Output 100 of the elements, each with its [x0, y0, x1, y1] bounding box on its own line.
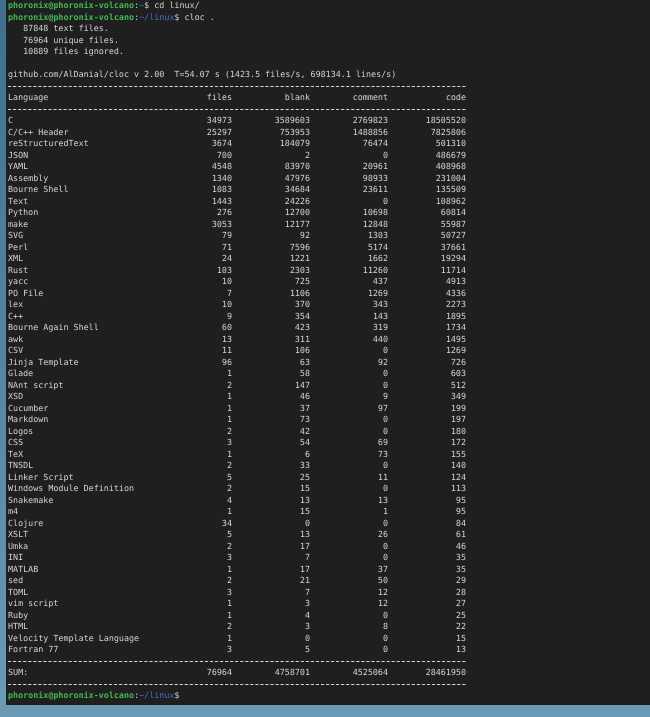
- table-cell: PO File: [8, 288, 44, 299]
- table-cell: XSD: [8, 391, 24, 402]
- table-cell: 15: [456, 632, 466, 644]
- prompt-line: phoronix@phoronix-volcano:~/linux$: [8, 690, 180, 702]
- table-cell: 23611: [362, 184, 388, 196]
- table-cell: 2: [226, 380, 232, 391]
- table-cell: 3: [226, 552, 232, 564]
- table-cell: 700: [216, 150, 232, 161]
- table-cell: 1443: [212, 196, 232, 207]
- table-cell: 501310: [436, 138, 466, 150]
- table-cell: 21: [300, 575, 310, 586]
- table-cell: 354: [294, 310, 310, 322]
- table-cell: 98933: [362, 172, 388, 184]
- table-cell: 46: [456, 540, 466, 552]
- table-cell: 140: [450, 460, 466, 472]
- column-header: Language: [8, 92, 48, 104]
- table-cell: 4913: [446, 276, 466, 288]
- table-cell: 0: [382, 150, 388, 161]
- table-cell: 3: [226, 586, 232, 598]
- table-cell: 5: [226, 529, 232, 540]
- table-cell: 12: [378, 586, 388, 598]
- table-cell: 343: [372, 299, 388, 310]
- table-cell: 423: [294, 322, 310, 334]
- table-cell: 19294: [440, 253, 466, 264]
- table-cell: 311: [294, 334, 310, 345]
- table-cell: 2: [226, 483, 232, 494]
- table-cell: Cucumber: [8, 402, 48, 414]
- table-cell: 24: [222, 253, 232, 264]
- table-cell: Linker Script: [8, 472, 74, 483]
- table-cell: Jinja Template: [8, 356, 79, 368]
- table-cell: 408968: [436, 161, 466, 172]
- table-cell: 512: [450, 380, 466, 391]
- table-cell: 10: [222, 276, 232, 288]
- table-cell: 3: [226, 437, 232, 448]
- table-cell: 2: [226, 460, 232, 472]
- table-cell: 0: [382, 380, 388, 391]
- table-cell: 349: [450, 391, 466, 402]
- table-cell: 2273: [446, 299, 466, 310]
- table-cell: 437: [372, 276, 388, 288]
- table-cell: 1: [226, 448, 232, 460]
- table-cell: 0: [304, 518, 310, 529]
- table-cell: 143: [372, 310, 388, 322]
- table-cell: Windows Module Definition: [8, 483, 134, 494]
- table-cell: INI: [8, 552, 24, 564]
- table-cell: Python: [8, 207, 38, 218]
- table-cell: 184079: [280, 138, 310, 150]
- table-cell: Rust: [8, 264, 28, 276]
- table-cell: 2: [226, 426, 232, 437]
- table-cell: 34684: [284, 184, 310, 196]
- table-cell: 12848: [362, 218, 388, 230]
- prompt-line: phoronix@phoronix-volcano:~$ cd linux/: [8, 0, 200, 12]
- table-cell: 3589603: [274, 115, 310, 126]
- output-text: github.com/AlDanial/cloc v 2.00 T=54.07 s (1423.5 files/s, 698134.1 lines/s): [8, 69, 396, 80]
- table-cell: 25: [456, 610, 466, 621]
- table-cell: 29: [456, 575, 466, 586]
- table-cell: Glade: [8, 368, 34, 380]
- table-cell: 60814: [440, 207, 466, 218]
- table-cell: 73: [378, 448, 388, 460]
- table-cell: 25: [300, 472, 310, 483]
- table-cell: TOML: [8, 586, 28, 598]
- table-cell: m4: [8, 506, 18, 518]
- table-cell: 106: [294, 345, 310, 356]
- table-cell: 54: [300, 437, 310, 448]
- table-cell: NAnt script: [8, 380, 64, 391]
- table-cell: make: [8, 218, 28, 230]
- table-cell: Clojure: [8, 518, 44, 529]
- table-cell: 55987: [440, 218, 466, 230]
- output-text: 76964 unique files.: [22, 34, 119, 46]
- table-cell: 319: [372, 322, 388, 334]
- table-cell: 1: [226, 632, 232, 644]
- table-cell: 35: [456, 564, 466, 575]
- table-cell: 58: [300, 368, 310, 380]
- table-cell: 37661: [440, 242, 466, 253]
- table-cell: 92: [378, 356, 388, 368]
- table-cell: C: [8, 115, 14, 126]
- table-cell: 1: [226, 368, 232, 380]
- table-cell: 4: [304, 610, 310, 621]
- table-cell: 0: [382, 368, 388, 380]
- table-cell: 5: [226, 472, 232, 483]
- table-cell: 11260: [362, 264, 388, 276]
- table-cell: HTML: [8, 621, 28, 632]
- table-cell: 9: [226, 310, 232, 322]
- table-cell: 440: [372, 334, 388, 345]
- table-cell: 5174: [368, 242, 388, 253]
- column-header: files: [206, 92, 232, 104]
- table-cell: XML: [8, 253, 24, 264]
- table-cell: 7: [304, 552, 310, 564]
- table-cell: 2: [304, 150, 310, 161]
- table-cell: 17: [300, 540, 310, 552]
- table-cell: 276: [216, 207, 232, 218]
- table-cell: 1895: [446, 310, 466, 322]
- table-cell: 2303: [290, 264, 310, 276]
- table-cell: 20961: [362, 161, 388, 172]
- table-cell: vim script: [8, 598, 58, 610]
- table-cell: 0: [382, 610, 388, 621]
- table-cell: 76964: [206, 667, 232, 678]
- table-cell: SVG: [8, 230, 24, 242]
- table-cell: 753953: [280, 126, 310, 138]
- table-cell: Bourne Shell: [8, 184, 69, 196]
- table-cell: TeX: [8, 448, 24, 460]
